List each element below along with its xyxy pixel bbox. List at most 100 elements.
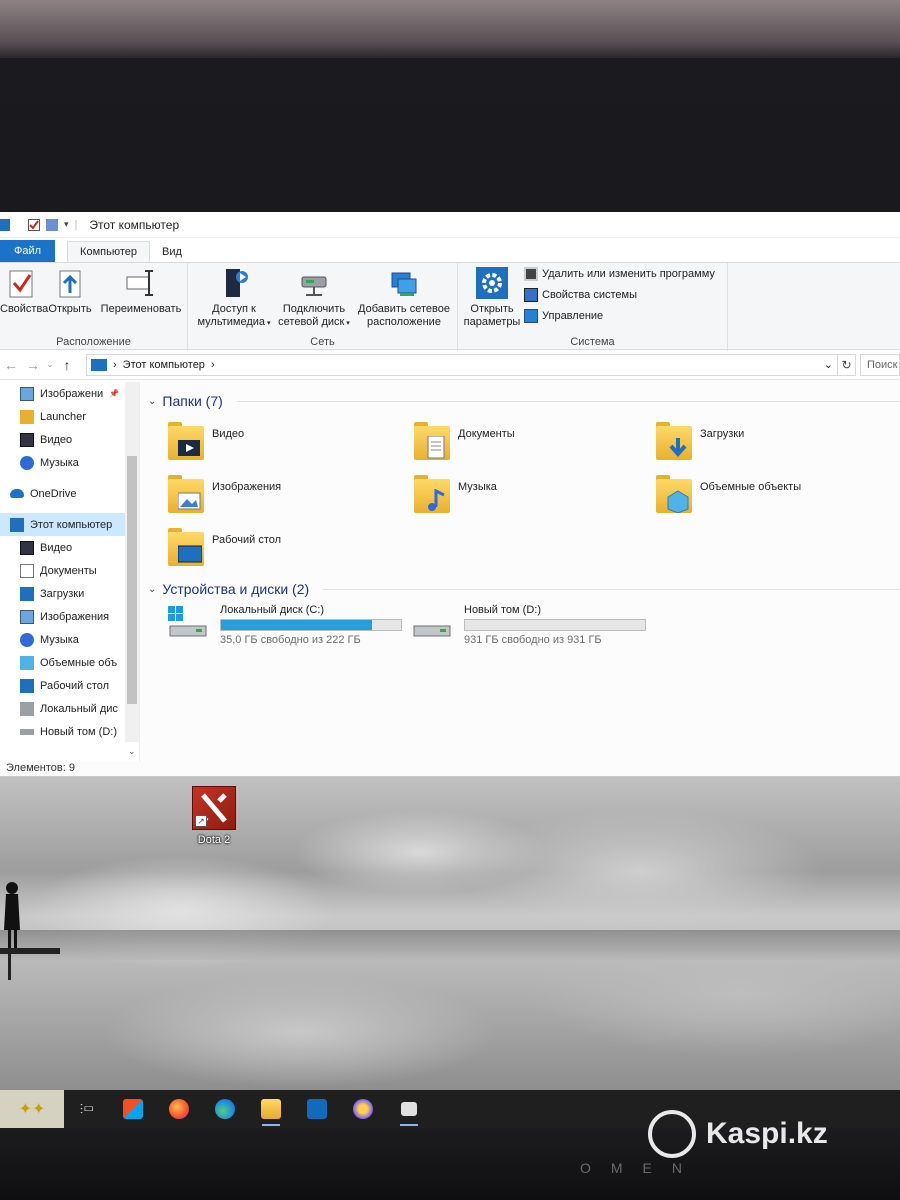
nav-item[interactable]: Этот компьютер xyxy=(0,513,139,536)
back-arrow-icon[interactable]: ← xyxy=(0,357,22,373)
folder-label: Изображения xyxy=(212,481,282,493)
media-access-button[interactable]: Доступ к мультимедиа ▾ xyxy=(192,267,276,330)
nav-scrollbar[interactable] xyxy=(125,382,139,742)
nav-item[interactable]: Изображени 📌 xyxy=(0,382,139,405)
open-settings-button[interactable]: Открыть параметры xyxy=(460,267,524,329)
nav-item[interactable]: Изображения xyxy=(0,605,139,628)
ribbon-group-network: Доступ к мультимедиа ▾ Подключить сетево… xyxy=(188,263,458,351)
forward-arrow-icon[interactable]: → xyxy=(22,357,44,373)
task-view-button[interactable]: ⫶▭ xyxy=(64,1090,110,1128)
system-properties-icon xyxy=(524,288,538,302)
nav-item[interactable]: OneDrive xyxy=(0,482,139,505)
tab-file[interactable]: Файл xyxy=(0,240,56,262)
nav-scrollbar-thumb[interactable] xyxy=(127,456,137,704)
nav-item[interactable]: Локальный дис xyxy=(0,697,139,720)
running-app-button[interactable] xyxy=(386,1090,432,1128)
new-folder-quick-icon[interactable] xyxy=(46,218,58,231)
refresh-button[interactable]: ↻ xyxy=(838,353,856,376)
drive-item[interactable]: Локальный диск (C:) 35,0 ГБ свободно из 2… xyxy=(166,604,402,646)
search-input[interactable]: Поиск xyxy=(860,353,900,376)
nav-item-label: Локальный дис xyxy=(40,702,118,715)
programs-icon xyxy=(524,267,538,281)
address-field[interactable]: › Этот компьютер › ⌄ xyxy=(86,353,838,376)
3d-objects-icon xyxy=(20,655,34,670)
drives-section-title: Устройства и диски (2) xyxy=(162,581,310,597)
video-icon xyxy=(20,432,34,447)
add-network-location-button[interactable]: Добавить сетевое расположение xyxy=(352,267,456,329)
nav-item[interactable]: Документы xyxy=(0,559,139,582)
manage-link[interactable]: Управление xyxy=(524,309,603,323)
folder-item[interactable]: Изображения xyxy=(168,475,281,515)
nav-item[interactable]: Загрузки xyxy=(0,582,139,605)
drives-section-header[interactable]: ⌄ Устройства и диски (2) xyxy=(148,578,900,600)
nav-item-label: Изображения xyxy=(40,610,110,623)
ribbon: Свойства Открыть Переименовать Расположе… xyxy=(0,262,900,351)
firefox-button[interactable] xyxy=(156,1090,202,1128)
map-network-drive-button[interactable]: Подключить сетевой диск ▾ xyxy=(276,267,352,330)
edge-button[interactable] xyxy=(202,1090,248,1128)
tab-view[interactable]: Вид xyxy=(150,242,194,262)
folder-label: Видео xyxy=(212,428,245,440)
omen-brand-text: OMEN xyxy=(580,1160,702,1176)
drive-free-space: 931 ГБ свободно из 931 ГБ xyxy=(464,634,602,646)
chevron-down-icon: ⌄ xyxy=(148,395,157,407)
firefox-icon xyxy=(169,1099,189,1119)
quick-access-dropdown-icon[interactable]: ▾ xyxy=(64,219,69,230)
nav-item[interactable]: Музыка xyxy=(0,628,139,651)
store-button[interactable] xyxy=(110,1090,156,1128)
uninstall-program-link[interactable]: Удалить или изменить программу xyxy=(524,267,715,281)
folders-section-header[interactable]: ⌄ Папки (7) xyxy=(148,390,900,412)
nav-item[interactable]: Новый том (D:) xyxy=(0,720,139,743)
nav-item[interactable]: Launcher xyxy=(0,405,139,428)
nav-item[interactable]: Видео xyxy=(0,536,139,559)
content-pane: ⌄ Папки (7) Видео Документы Загрузки Изобра… xyxy=(148,382,900,762)
tab-computer[interactable]: Компьютер xyxy=(67,241,150,262)
properties-quick-icon[interactable] xyxy=(28,218,40,231)
folder-icon xyxy=(414,422,450,462)
drive-name: Новый том (D:) xyxy=(464,604,541,616)
recent-locations-chevron-icon[interactable]: ⌄ xyxy=(44,359,56,370)
system-properties-link[interactable]: Свойства системы xyxy=(524,288,637,302)
folder-overlay-icon xyxy=(178,492,201,510)
app-button[interactable] xyxy=(340,1090,386,1128)
settings-gear-icon xyxy=(476,267,508,299)
up-arrow-icon[interactable]: ↑ xyxy=(56,357,78,373)
nav-item[interactable]: Рабочий стол xyxy=(0,674,139,697)
nav-item[interactable]: Объемные объ xyxy=(0,651,139,674)
nav-item[interactable]: Видео xyxy=(0,428,139,451)
dota2-icon: ↗ xyxy=(192,786,236,830)
open-button[interactable]: Открыть xyxy=(46,267,94,316)
folder-item[interactable]: Видео xyxy=(168,422,244,462)
pictures-icon xyxy=(20,609,34,624)
ribbon-group-system: Открыть параметры Удалить или изменить п… xyxy=(458,263,728,351)
properties-button[interactable]: Свойства xyxy=(0,267,48,316)
nav-item-label: Загрузки xyxy=(40,587,85,600)
drive-name: Локальный диск (C:) xyxy=(220,604,325,616)
system-group-label: Система xyxy=(570,336,615,348)
folder-item[interactable]: Документы xyxy=(414,422,515,462)
nav-item-label: OneDrive xyxy=(30,487,77,500)
file-explorer-button[interactable] xyxy=(248,1090,294,1128)
desktop-icon-label: Dota 2 xyxy=(197,834,231,846)
open-settings-line1: Открыть xyxy=(470,303,514,315)
drive-item[interactable]: Новый том (D:) 931 ГБ свободно из 931 ГБ xyxy=(410,604,646,646)
nav-item[interactable]: Музыка xyxy=(0,451,139,474)
rename-button[interactable]: Переименовать xyxy=(96,267,186,316)
widgets-button[interactable]: ✦✦ xyxy=(0,1090,64,1128)
outlook-button[interactable] xyxy=(294,1090,340,1128)
folder-item[interactable]: Объемные объекты xyxy=(656,475,801,515)
folder-item[interactable]: Музыка xyxy=(414,475,497,515)
file-explorer-icon xyxy=(261,1099,281,1119)
breadcrumb-this-pc[interactable]: Этот компьютер xyxy=(123,359,205,371)
nav-item-label: Видео xyxy=(40,433,73,446)
nav-scroll-down-icon[interactable]: ⌄ xyxy=(128,746,136,757)
nav-item-label: Объемные объ xyxy=(40,656,118,669)
folder-item[interactable]: Загрузки xyxy=(656,422,744,462)
map-drive-line1: Подключить xyxy=(282,303,346,315)
address-history-dropdown-icon[interactable]: ⌄ xyxy=(824,358,837,371)
properties-label: Свойства xyxy=(0,303,49,315)
folder-item[interactable]: Рабочий стол xyxy=(168,528,281,568)
drive-usage-bar xyxy=(464,619,646,631)
desktop-icon-dota2[interactable]: ↗ Dota 2 xyxy=(186,786,242,846)
add-location-line2: расположение xyxy=(367,316,441,328)
